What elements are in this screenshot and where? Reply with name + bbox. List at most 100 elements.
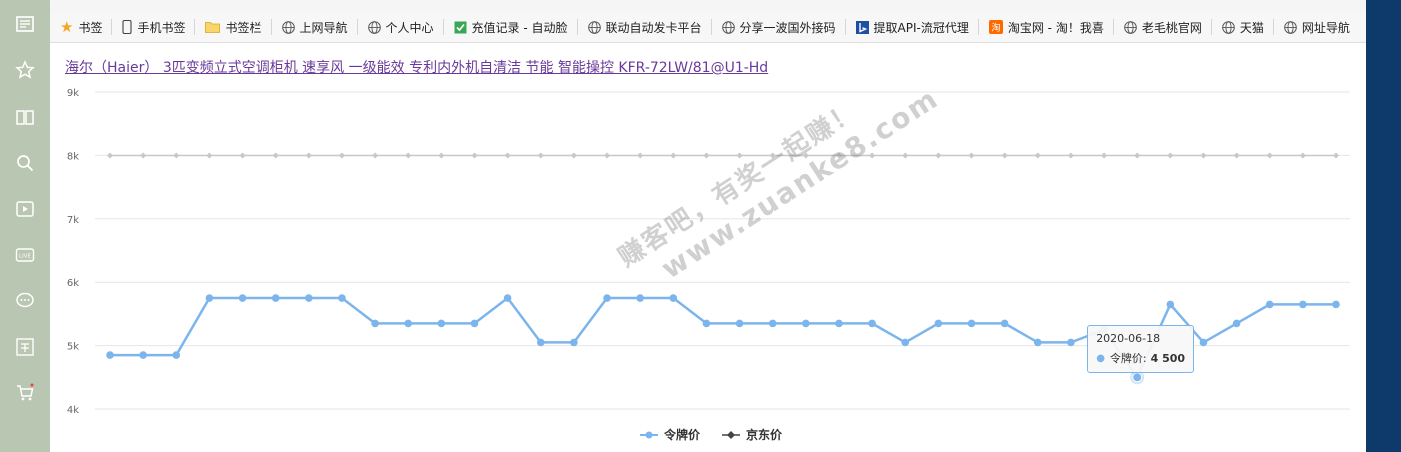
series-point-lingpai (1000, 319, 1009, 328)
bookmark-label: 书签栏 (225, 20, 262, 35)
series-point-lingpai (1067, 338, 1075, 347)
bookmark-item-1[interactable]: 手机书签 (112, 16, 194, 38)
series-point-jd (703, 152, 710, 159)
series-point-lingpai (238, 294, 247, 302)
series-point-jd (1333, 152, 1339, 159)
series-point-jd (736, 152, 743, 159)
series-point-jd (272, 152, 279, 159)
series-point-jd (1067, 152, 1074, 159)
globe-icon (587, 20, 601, 34)
series-point-jd (968, 152, 975, 159)
globe-icon (1124, 20, 1137, 34)
series-point-lingpai (1232, 319, 1241, 328)
bookmark-label: 上网导航 (299, 20, 348, 35)
series-point-jd (570, 152, 577, 159)
series-point-lingpai (1033, 338, 1042, 347)
video-icon[interactable] (13, 197, 37, 221)
series-point-lingpai (1199, 338, 1208, 347)
book-icon[interactable] (13, 105, 37, 129)
y-tick-label: 4k (67, 405, 79, 416)
tooltip-value: 4 500 (1150, 351, 1186, 365)
series-point-jd (372, 152, 379, 159)
series-point-jd (405, 152, 412, 159)
series-point-lingpai (570, 338, 578, 347)
phone-icon (122, 20, 133, 34)
check-icon (454, 21, 467, 34)
globe-icon (281, 20, 295, 34)
bookmark-item-2[interactable]: 书签栏 (195, 16, 270, 38)
series-point-jd (338, 152, 345, 159)
taobao-icon: 淘 (988, 20, 1003, 34)
bookmark-item-3[interactable]: 上网导航 (272, 16, 357, 38)
bookmark-item-4[interactable]: 个人中心 (358, 16, 443, 38)
bookmark-item-7[interactable]: 分享一波国外接码 (712, 16, 845, 38)
bookmark-item-12[interactable]: 网址导航 (1274, 16, 1359, 38)
series-point-jd (239, 152, 246, 159)
legend-line-marker-icon (640, 431, 658, 438)
news-icon[interactable] (13, 12, 37, 36)
series-point-jd (140, 152, 147, 159)
star-icon: ★ (60, 18, 74, 36)
globe-icon (367, 20, 381, 34)
bookmark-item-11[interactable]: 天猫 (1212, 16, 1273, 38)
bookmark-label: 分享一波国外接码 (739, 20, 836, 35)
series-point-jd (935, 152, 942, 159)
bookmark-label: 手机书签 (137, 20, 186, 35)
series-point-lingpai (338, 294, 346, 302)
y-tick-label: 9k (67, 88, 79, 99)
globe-icon (1284, 20, 1297, 34)
series-point-lingpai (404, 319, 413, 328)
series-point-jd (438, 152, 445, 159)
series-point-jd (1266, 152, 1273, 159)
series-point-lingpai (437, 319, 446, 328)
series-point-jd (471, 152, 478, 159)
bing-icon (855, 20, 869, 34)
svg-text:LIVE: LIVE (19, 254, 31, 260)
legend-diamond-marker-icon (722, 430, 741, 439)
series-point-lingpai (503, 294, 512, 302)
bookmark-label: 天猫 (1239, 20, 1264, 35)
series-point-jd (1101, 152, 1108, 159)
series-point-jd (504, 152, 511, 159)
bookmark-item-8[interactable]: 提取API-流冠代理 (846, 16, 978, 38)
series-point-lingpai (835, 319, 843, 328)
globe-icon (1222, 20, 1235, 34)
series-point-jd (869, 152, 876, 159)
series-point-lingpai (636, 294, 644, 302)
series-point-lingpai (802, 319, 810, 328)
shopping-cart-icon[interactable] (13, 381, 37, 405)
bookmark-item-9[interactable]: 淘淘宝网 - 淘！我喜 (979, 16, 1113, 38)
bookmark-label: 淘宝网 - 淘！我喜 (1007, 20, 1104, 35)
bookmark-item-10[interactable]: 老毛桃官网 (1114, 16, 1211, 38)
legend-item-lingpai[interactable]: 令牌价 (640, 426, 700, 443)
bookmark-item-5[interactable]: 充值记录 - 自动脸 (444, 16, 577, 38)
series-point-lingpai (371, 319, 379, 328)
search-icon[interactable] (13, 151, 37, 175)
legend-item-jd[interactable]: 京东价 (722, 426, 782, 443)
chat-bubble-icon[interactable] (13, 289, 37, 313)
bookmark-item-0[interactable]: ★ 书签 (50, 16, 111, 38)
series-point-lingpai (868, 319, 876, 328)
series-point-lingpai (139, 351, 147, 359)
bookmark-item-6[interactable]: 联动自动发卡平台 (578, 16, 711, 38)
series-point-jd (769, 152, 776, 159)
series-point-jd (206, 152, 213, 159)
live-icon[interactable]: LIVE (13, 243, 37, 267)
series-point-lingpai (768, 319, 777, 328)
series-point-jd (1200, 152, 1207, 159)
price-trend-panel: 海尔（Haier） 3匹变频立式空调柜机 速享风 一级能效 专利内外机自清洁 节… (50, 43, 1366, 452)
series-point-lingpai (1166, 300, 1175, 309)
series-point-jd (1233, 152, 1240, 159)
series-point-lingpai (305, 294, 313, 302)
series-point-lingpai (1299, 300, 1307, 309)
series-point-lingpai (172, 351, 181, 359)
translate-icon[interactable] (13, 335, 37, 359)
bookmarks-overflow-chevron[interactable]: » (1359, 19, 1366, 35)
legend-label: 令牌价 (664, 428, 701, 442)
series-point-jd (1299, 152, 1306, 159)
y-tick-label: 6k (67, 278, 79, 289)
bookmark-label: 书签 (78, 20, 103, 35)
series-point-lingpai (536, 338, 545, 347)
favorites-star-icon[interactable] (13, 58, 37, 82)
series-point-jd (173, 152, 180, 159)
